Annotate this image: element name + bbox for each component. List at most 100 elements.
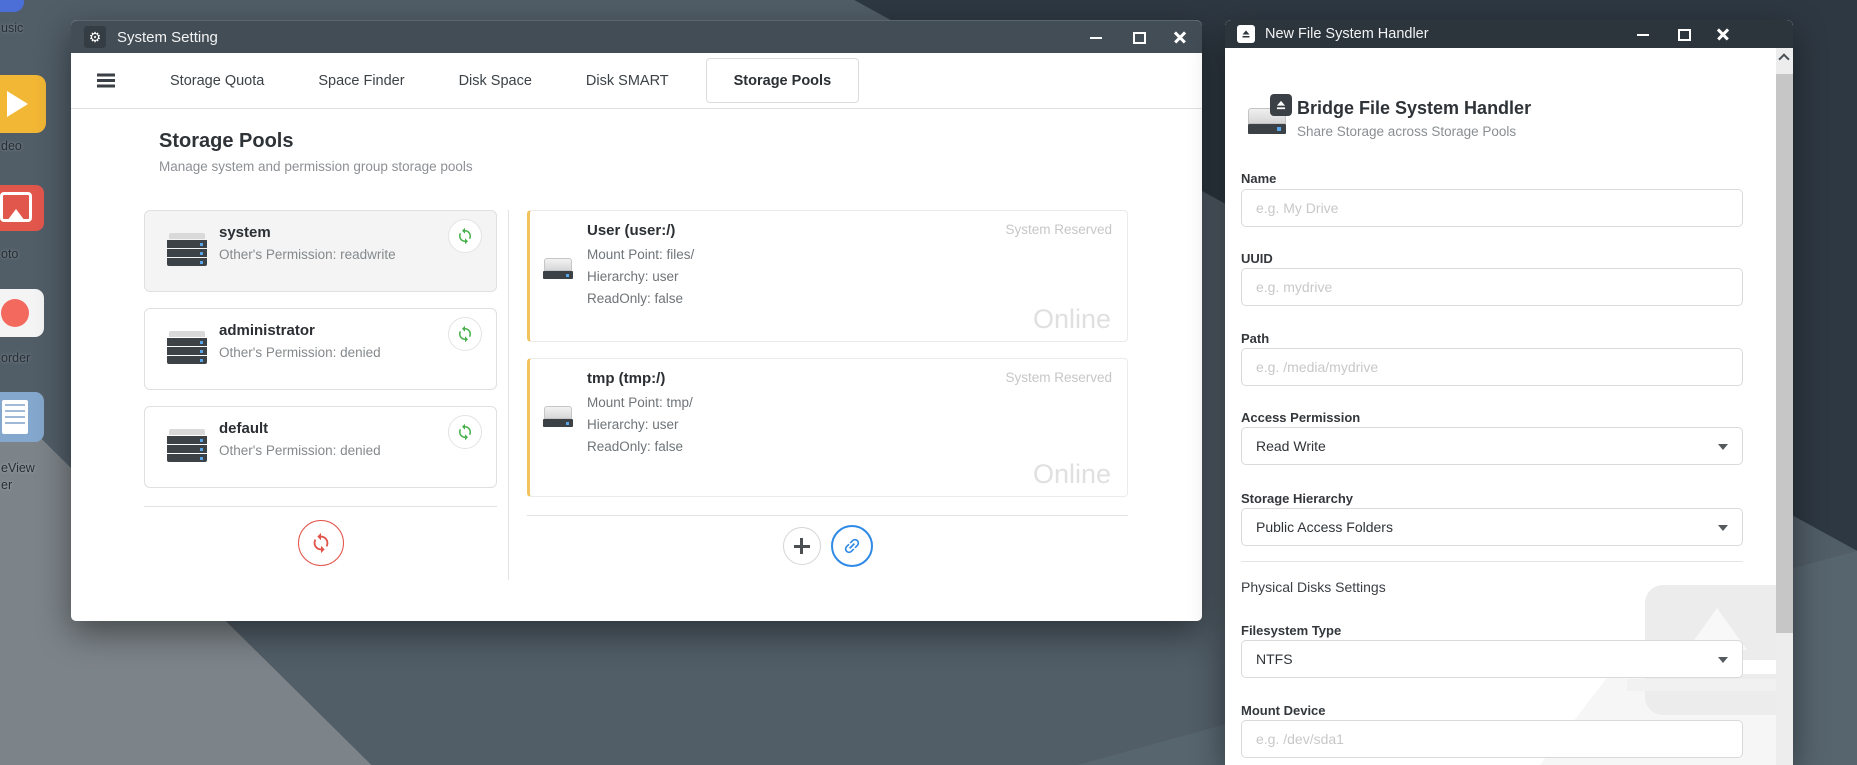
close-button[interactable] <box>1715 26 1731 42</box>
maximize-button[interactable] <box>1675 26 1691 42</box>
refresh-icon <box>310 532 332 554</box>
tab-disk-smart[interactable]: Disk SMART <box>559 73 696 89</box>
storage-hierarchy-select[interactable]: Public Access Folders <box>1241 508 1743 546</box>
system-reserved-badge: System Reserved <box>1005 370 1112 385</box>
handler-title: User (user:/) <box>587 222 675 239</box>
sync-icon <box>456 227 474 245</box>
chevron-down-icon <box>1718 444 1728 450</box>
viewer-app-label-2: er <box>1 478 12 492</box>
server-icon <box>167 429 207 462</box>
sync-icon <box>456 423 474 441</box>
pool-card-default[interactable]: default Other's Permission: denied <box>144 406 497 488</box>
handler-titlebar[interactable]: New File System Handler <box>1225 20 1793 48</box>
handler-list: User (user:/) System Reserved Mount Poin… <box>527 210 1128 567</box>
name-label: Name <box>1241 171 1276 186</box>
pool-permission: Other's Permission: denied <box>219 345 381 360</box>
watermark-bar <box>1627 679 1776 691</box>
access-permission-value: Read Write <box>1256 438 1326 454</box>
document-icon <box>2 400 28 434</box>
pool-permission: Other's Permission: readwrite <box>219 247 396 262</box>
pool-card-administrator[interactable]: administrator Other's Permission: denied <box>144 308 497 390</box>
chevron-down-icon <box>1718 657 1728 663</box>
pool-list: system Other's Permission: readwrite adm… <box>144 210 497 566</box>
handler-mount-point: Mount Point: tmp/ <box>587 395 693 410</box>
page-subtitle: Manage system and permission group stora… <box>159 159 473 174</box>
chevron-down-icon <box>1718 525 1728 531</box>
access-permission-label: Access Permission <box>1241 410 1360 425</box>
pool-name: default <box>219 420 268 437</box>
mountain-icon <box>7 209 25 221</box>
mount-device-input[interactable] <box>1241 720 1743 758</box>
recorder-app-icon[interactable] <box>0 289 44 337</box>
system-setting-titlebar[interactable]: ⚙ System Setting <box>71 20 1202 53</box>
sync-pool-button[interactable] <box>448 415 482 449</box>
handler-mount-point: Mount Point: files/ <box>587 247 694 262</box>
name-input[interactable] <box>1241 189 1743 227</box>
handler-form: Bridge File System Handler Share Storage… <box>1225 48 1776 765</box>
video-app-icon[interactable] <box>0 75 46 133</box>
menu-icon[interactable] <box>97 79 115 81</box>
scroll-up-icon[interactable] <box>1778 53 1789 64</box>
close-button[interactable] <box>1172 29 1188 45</box>
photo-frame-icon <box>0 192 32 222</box>
divider <box>527 515 1128 516</box>
handler-card-tmp[interactable]: tmp (tmp:/) System Reserved Mount Point:… <box>527 358 1128 497</box>
gear-icon: ⚙ <box>84 26 106 48</box>
mount-device-label: Mount Device <box>1241 703 1326 718</box>
scrollbar-thumb[interactable] <box>1776 74 1793 633</box>
pool-name: administrator <box>219 322 315 339</box>
bridge-drive-icon <box>1248 94 1292 136</box>
server-icon <box>167 233 207 266</box>
tab-disk-space[interactable]: Disk Space <box>432 73 559 89</box>
photo-app-icon[interactable] <box>0 185 44 231</box>
play-icon <box>7 91 28 117</box>
window-title: System Setting <box>117 29 218 46</box>
online-status: Online <box>1033 459 1111 490</box>
handler-title: tmp (tmp:/) <box>587 370 665 387</box>
handler-hierarchy: Hierarchy: user <box>587 269 679 284</box>
uuid-input[interactable] <box>1241 268 1743 306</box>
minimize-button[interactable] <box>1635 26 1651 42</box>
column-divider <box>508 210 509 580</box>
video-app-label: deo <box>1 139 22 153</box>
tab-bar: Storage Quota Space Finder Disk Space Di… <box>71 53 1202 109</box>
pool-permission: Other's Permission: denied <box>219 443 381 458</box>
sync-pool-button[interactable] <box>448 219 482 253</box>
minimize-button[interactable] <box>1088 29 1104 45</box>
refresh-pools-button[interactable] <box>298 520 344 566</box>
handler-readonly: ReadOnly: false <box>587 291 683 306</box>
filesystem-type-value: NTFS <box>1256 651 1293 667</box>
link-handler-button[interactable] <box>831 525 873 567</box>
page-title: Storage Pools <box>159 130 473 153</box>
handler-card-user[interactable]: User (user:/) System Reserved Mount Poin… <box>527 210 1128 342</box>
window-title: New File System Handler <box>1265 26 1429 42</box>
access-permission-select[interactable]: Read Write <box>1241 427 1743 465</box>
path-input[interactable] <box>1241 348 1743 386</box>
tab-storage-pools[interactable]: Storage Pools <box>706 58 860 103</box>
sync-icon <box>456 325 474 343</box>
system-setting-window: ⚙ System Setting Storage Quota Space Fin… <box>71 20 1202 621</box>
section-divider <box>1241 561 1743 562</box>
viewer-app-icon[interactable] <box>0 392 44 442</box>
add-handler-button[interactable] <box>783 527 821 565</box>
link-icon <box>837 532 865 560</box>
handler-hierarchy: Hierarchy: user <box>587 417 679 432</box>
pool-name: system <box>219 224 271 241</box>
scrollbar[interactable] <box>1776 48 1793 765</box>
storage-hierarchy-value: Public Access Folders <box>1256 519 1393 535</box>
eject-badge-icon <box>1270 94 1292 116</box>
tab-space-finder[interactable]: Space Finder <box>291 73 431 89</box>
sync-pool-button[interactable] <box>448 317 482 351</box>
record-dot-icon <box>1 299 29 327</box>
filesystem-type-label: Filesystem Type <box>1241 623 1341 638</box>
removable-drive-icon <box>1237 25 1255 43</box>
filesystem-type-select[interactable]: NTFS <box>1241 640 1743 678</box>
photo-app-label: oto <box>1 247 18 261</box>
path-label: Path <box>1241 331 1269 346</box>
tab-storage-quota[interactable]: Storage Quota <box>143 73 291 89</box>
handler-readonly: ReadOnly: false <box>587 439 683 454</box>
pool-card-system[interactable]: system Other's Permission: readwrite <box>144 210 497 292</box>
system-reserved-badge: System Reserved <box>1005 222 1112 237</box>
maximize-button[interactable] <box>1130 29 1146 45</box>
server-icon <box>167 331 207 364</box>
